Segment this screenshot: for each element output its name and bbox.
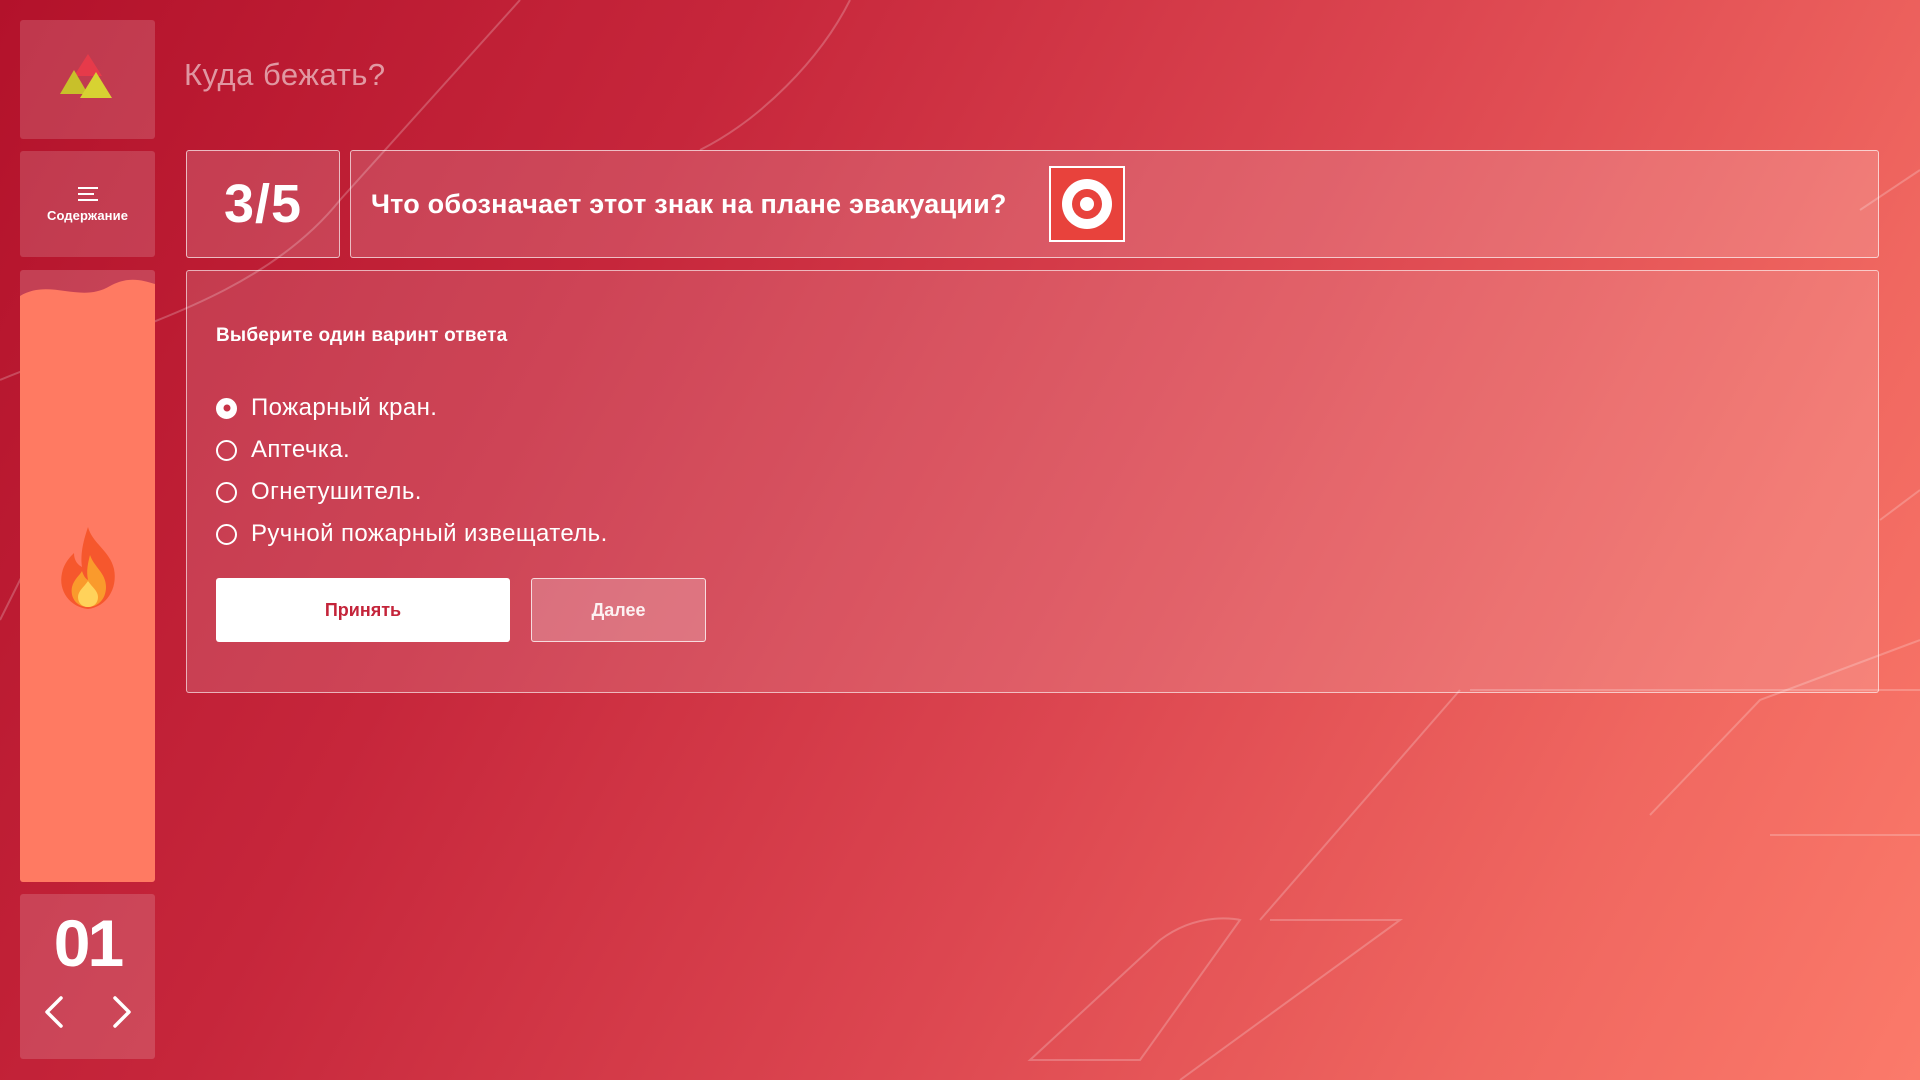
question-counter-text: 3/5 [223, 174, 303, 234]
logo-tile [20, 20, 155, 139]
answer-option[interactable]: Ручной пожарный извещатель. [216, 513, 608, 555]
radio-button[interactable] [216, 439, 237, 461]
progress-bar [20, 270, 155, 882]
accept-button[interactable]: Принять [216, 578, 510, 642]
page-title: Куда бежать? [184, 57, 386, 92]
prev-slide-button[interactable] [40, 994, 68, 1030]
chevron-right-icon [112, 996, 131, 1028]
answer-instruction: Выберите один варинт ответа [216, 325, 508, 346]
slide-number: 01 [53, 906, 124, 980]
radio-button-selected[interactable] [216, 397, 237, 419]
menu-lines-icon [77, 186, 98, 201]
chevron-left-icon [44, 996, 63, 1028]
fire-alarm-button-sign-icon [1048, 166, 1125, 242]
answer-option-label: Ручной пожарный извещатель. [251, 520, 608, 547]
answer-option-label: Аптечка. [251, 436, 351, 463]
triangles-logo-icon [59, 53, 112, 98]
answer-options: Пожарный кран. Аптечка. Огнетушитель. Ру… [216, 387, 608, 555]
flame-icon [61, 527, 115, 609]
next-slide-button[interactable] [108, 994, 136, 1030]
question-header: Что обозначает этот знак на плане эвакуа… [350, 150, 1879, 258]
contents-button[interactable]: Содержание [20, 151, 155, 257]
slide-navigation: 01 [20, 894, 155, 1059]
answer-option[interactable]: Огнетушитель. [216, 471, 608, 513]
answer-option-label: Огнетушитель. [251, 478, 422, 505]
radio-button[interactable] [216, 523, 237, 545]
answer-panel: Выберите один варинт ответа Пожарный кра… [186, 270, 1879, 693]
answer-option[interactable]: Аптечка. [216, 429, 608, 471]
question-text: Что обозначает этот знак на плане эвакуа… [371, 188, 1007, 219]
next-button[interactable]: Далее [531, 578, 706, 642]
answer-option-label: Пожарный кран. [251, 394, 438, 421]
question-counter: 3/5 [186, 150, 340, 258]
radio-button[interactable] [216, 481, 237, 503]
answer-option[interactable]: Пожарный кран. [216, 387, 608, 429]
contents-label: Содержание [46, 207, 129, 223]
